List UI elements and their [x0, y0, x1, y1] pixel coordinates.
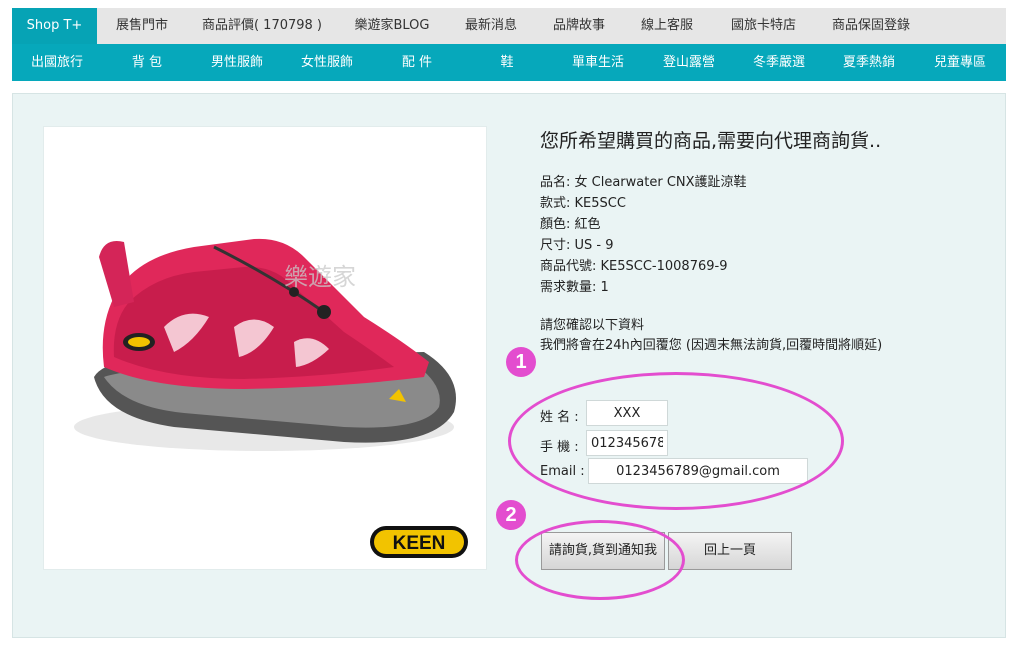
back-button[interactable]: 回上一頁: [668, 532, 792, 570]
nav-warranty[interactable]: 商品保固登錄: [816, 8, 926, 44]
cat-camping[interactable]: 登山露營: [644, 44, 734, 81]
cat-mens[interactable]: 男性服飾: [192, 44, 282, 81]
watermark-text: 樂遊家: [284, 263, 356, 291]
cat-accessories[interactable]: 配 件: [372, 44, 462, 81]
marker-1-badge: 1: [506, 347, 536, 377]
nav-brand-story[interactable]: 品牌故事: [535, 8, 623, 44]
product-details: 品名: 女 Clearwater CNX護趾涼鞋 款式: KE5SCC 顏色: …: [540, 172, 747, 298]
keen-logo: KEEN: [370, 526, 468, 558]
marker-2-badge: 2: [496, 500, 526, 530]
cat-travel[interactable]: 出國旅行: [12, 44, 102, 81]
product-quantity: 需求數量: 1: [540, 280, 609, 295]
keen-logo-text: KEEN: [393, 533, 446, 554]
product-image: 樂遊家 KEEN: [43, 126, 487, 570]
product-code: 商品代號: KE5SCC-1008769-9: [540, 259, 728, 274]
confirm-text: 請您確認以下資料: [540, 318, 645, 333]
page-title: 您所希望購買的商品,需要向代理商詢貨..: [540, 130, 882, 152]
nav-stores[interactable]: 展售門市: [97, 8, 187, 44]
cat-backpacks[interactable]: 背 包: [102, 44, 192, 81]
product-color: 顏色: 紅色: [540, 217, 601, 232]
cat-summer[interactable]: 夏季熱銷: [824, 44, 914, 81]
cat-womens[interactable]: 女性服飾: [282, 44, 372, 81]
cat-winter[interactable]: 冬季嚴選: [734, 44, 824, 81]
cat-kids[interactable]: 兒童專區: [914, 44, 1006, 81]
nav-news[interactable]: 最新消息: [447, 8, 535, 44]
highlight-ring-form: [508, 372, 844, 510]
cat-shoes[interactable]: 鞋: [462, 44, 552, 81]
nav-shop-tplus[interactable]: Shop T+: [12, 8, 97, 44]
category-nav: 出國旅行 背 包 男性服飾 女性服飾 配 件 鞋 單車生活 登山露營 冬季嚴選 …: [12, 44, 1006, 81]
nav-reviews[interactable]: 商品評價( 170798 ): [187, 8, 337, 44]
confirm-note: 請您確認以下資料 我們將會在24h內回覆您 (因週末無法詢貨,回覆時間將順延): [540, 316, 882, 356]
sandal-image: [74, 238, 456, 451]
cat-cycling[interactable]: 單車生活: [552, 44, 644, 81]
nav-travel-card[interactable]: 國旅卡特店: [711, 8, 816, 44]
nav-blog[interactable]: 樂遊家BLOG: [337, 8, 447, 44]
reply-note: 我們將會在24h內回覆您 (因週末無法詢貨,回覆時間將順延): [540, 338, 883, 353]
product-name: 品名: 女 Clearwater CNX護趾涼鞋: [540, 175, 747, 190]
nav-customer-service[interactable]: 線上客服: [623, 8, 711, 44]
product-style: 款式: KE5SCC: [540, 196, 626, 211]
product-size: 尺寸: US - 9: [540, 238, 614, 253]
top-nav: Shop T+ 展售門市 商品評價( 170798 ) 樂遊家BLOG 最新消息…: [12, 8, 1006, 44]
highlight-ring-button: [515, 520, 685, 600]
